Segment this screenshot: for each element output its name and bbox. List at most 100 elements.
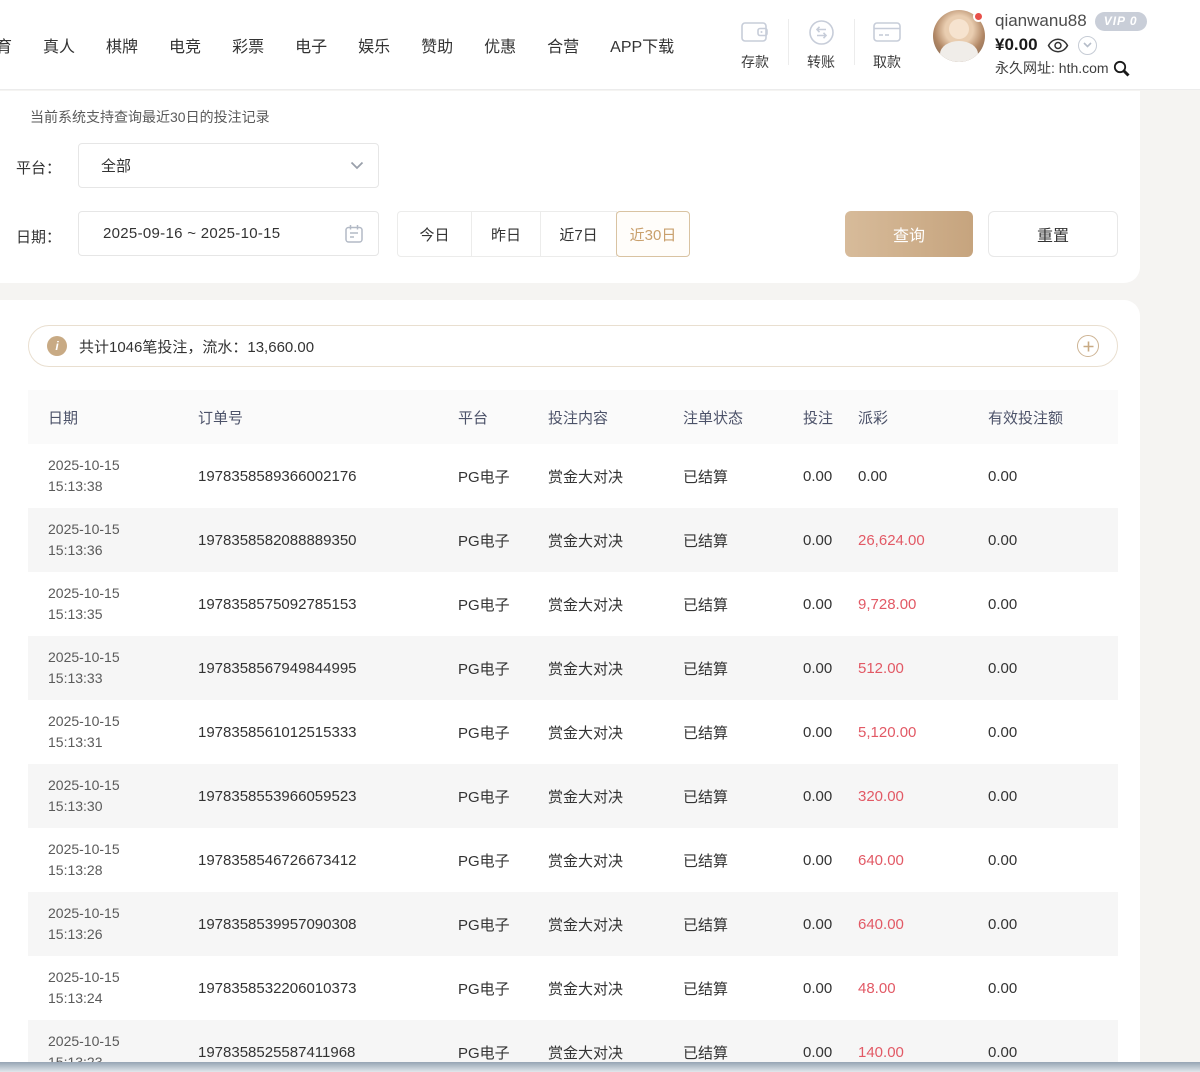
cell-platform: PG电子 bbox=[438, 530, 528, 551]
cell-payout: 9,728.00 bbox=[838, 596, 968, 613]
date-label: 日期： bbox=[16, 226, 61, 247]
cell-valid-amount: 0.00 bbox=[968, 468, 1118, 485]
nav-item[interactable]: 赞助 bbox=[421, 33, 453, 57]
cell-platform: PG电子 bbox=[438, 978, 528, 999]
chevron-down-circle-icon[interactable] bbox=[1078, 36, 1097, 55]
nav-item[interactable]: 棋牌 bbox=[106, 33, 138, 57]
quick-action-label: 存款 bbox=[741, 52, 769, 72]
main-nav: 体育 真人 棋牌 电竞 彩票 电子 娱乐 赞助 优惠 合营 APP下载 bbox=[0, 0, 674, 90]
cell-status: 已结算 bbox=[663, 914, 783, 935]
cell-date: 2025-10-1515:13:38 bbox=[28, 455, 178, 497]
nav-item[interactable]: 优惠 bbox=[484, 33, 516, 57]
quick-action-transfer[interactable]: 转账 bbox=[788, 13, 854, 72]
cell-platform: PG电子 bbox=[438, 722, 528, 743]
table-row: 2025-10-1515:13:361978358582088889350PG电… bbox=[28, 508, 1118, 572]
quick-range-button[interactable]: 近30日 bbox=[616, 211, 690, 257]
cell-status: 已结算 bbox=[663, 658, 783, 679]
cell-date: 2025-10-1515:13:26 bbox=[28, 903, 178, 945]
summary-text: 共计1046笔投注，流水：13,660.00 bbox=[79, 336, 1077, 357]
platform-select[interactable]: 全部 bbox=[78, 143, 379, 188]
table-header-row: 日期订单号平台投注内容注单状态投注派彩有效投注额 bbox=[28, 390, 1118, 444]
cell-bet-amount: 0.00 bbox=[783, 532, 838, 549]
quick-range-button[interactable]: 近7日 bbox=[540, 211, 617, 257]
reset-button[interactable]: 重置 bbox=[988, 211, 1118, 257]
cell-date: 2025-10-1515:13:36 bbox=[28, 519, 178, 561]
nav-item[interactable]: 电竞 bbox=[169, 33, 201, 57]
table-row: 2025-10-1515:13:381978358589366002176PG电… bbox=[28, 444, 1118, 508]
cell-platform: PG电子 bbox=[438, 914, 528, 935]
permanent-url[interactable]: 永久网址: hth.com bbox=[995, 58, 1109, 78]
cell-payout: 5,120.00 bbox=[838, 724, 968, 741]
records-panel: i 共计1046笔投注，流水：13,660.00 日期订单号平台投注内容注单状态… bbox=[0, 300, 1140, 1072]
cell-payout: 26,624.00 bbox=[838, 532, 968, 549]
cell-valid-amount: 0.00 bbox=[968, 596, 1118, 613]
date-range-input[interactable]: 2025-09-16 ~ 2025-10-15 bbox=[78, 211, 379, 256]
cell-date: 2025-10-1515:13:31 bbox=[28, 711, 178, 753]
cell-order-number: 1978358553966059523 bbox=[178, 788, 438, 805]
column-header: 有效投注额 bbox=[968, 407, 1118, 428]
eye-icon[interactable] bbox=[1047, 38, 1069, 53]
quick-action-card[interactable]: 取款 bbox=[854, 13, 920, 72]
top-header: 体育真人棋牌电竞彩票电子娱乐赞助优惠合营APP下载 存款转账取款 qianwan… bbox=[0, 0, 1200, 90]
cell-valid-amount: 0.00 bbox=[968, 1044, 1118, 1061]
info-icon: i bbox=[47, 336, 67, 356]
cell-payout: 640.00 bbox=[838, 916, 968, 933]
cell-payout: 140.00 bbox=[838, 1044, 968, 1061]
cell-bet-content: 赏金大对决 bbox=[528, 1042, 663, 1063]
cell-order-number: 1978358532206010373 bbox=[178, 980, 438, 997]
cell-bet-content: 赏金大对决 bbox=[528, 914, 663, 935]
nav-item[interactable]: 电子 bbox=[295, 33, 327, 57]
cell-payout: 0.00 bbox=[838, 468, 968, 485]
cell-order-number: 1978358525587411968 bbox=[178, 1044, 438, 1061]
quick-action-label: 转账 bbox=[807, 52, 835, 72]
cell-order-number: 1978358575092785153 bbox=[178, 596, 438, 613]
cell-order-number: 1978358589366002176 bbox=[178, 468, 438, 485]
quick-actions: 存款 转账取款 bbox=[722, 13, 920, 72]
nav-item[interactable]: 体育 bbox=[0, 33, 12, 57]
quick-range-button[interactable]: 昨日 bbox=[471, 211, 541, 257]
expand-plus-icon[interactable] bbox=[1077, 335, 1099, 357]
query-notice: 当前系统支持查询最近30日的投注记录 bbox=[30, 107, 270, 127]
column-header: 注单状态 bbox=[663, 407, 783, 428]
cell-date: 2025-10-1515:13:30 bbox=[28, 775, 178, 817]
column-header: 投注 bbox=[783, 407, 838, 428]
table-row: 2025-10-1515:13:331978358567949844995PG电… bbox=[28, 636, 1118, 700]
query-button[interactable]: 查询 bbox=[845, 211, 973, 257]
cell-bet-content: 赏金大对决 bbox=[528, 786, 663, 807]
nav-item[interactable]: 娱乐 bbox=[358, 33, 390, 57]
cell-order-number: 1978358582088889350 bbox=[178, 532, 438, 549]
cell-status: 已结算 bbox=[663, 466, 783, 487]
cell-date: 2025-10-1515:13:33 bbox=[28, 647, 178, 689]
table-row: 2025-10-1515:13:261978358539957090308PG电… bbox=[28, 892, 1118, 956]
cell-bet-amount: 0.00 bbox=[783, 596, 838, 613]
platform-value: 全部 bbox=[101, 155, 350, 176]
table-row: 2025-10-1515:13:311978358561012515333PG电… bbox=[28, 700, 1118, 764]
cell-status: 已结算 bbox=[663, 594, 783, 615]
quick-range-button[interactable]: 今日 bbox=[397, 211, 472, 257]
cell-platform: PG电子 bbox=[438, 1042, 528, 1063]
wallet-icon bbox=[740, 19, 770, 45]
cell-bet-content: 赏金大对决 bbox=[528, 850, 663, 871]
nav-item[interactable]: 合营 bbox=[547, 33, 579, 57]
cell-platform: PG电子 bbox=[438, 466, 528, 487]
cell-bet-content: 赏金大对决 bbox=[528, 722, 663, 743]
search-icon[interactable] bbox=[1113, 60, 1130, 77]
cell-date: 2025-10-1515:13:24 bbox=[28, 967, 178, 1009]
quick-action-wallet[interactable]: 存款 bbox=[722, 13, 788, 72]
column-header: 派彩 bbox=[838, 407, 968, 428]
avatar[interactable] bbox=[933, 10, 985, 62]
column-header: 日期 bbox=[28, 407, 178, 428]
nav-item[interactable]: 彩票 bbox=[232, 33, 264, 57]
cell-status: 已结算 bbox=[663, 1042, 783, 1063]
nav-item[interactable]: APP下载 bbox=[610, 33, 674, 57]
cell-bet-amount: 0.00 bbox=[783, 1044, 838, 1061]
cell-date: 2025-10-1515:13:28 bbox=[28, 839, 178, 881]
cell-valid-amount: 0.00 bbox=[968, 916, 1118, 933]
cell-payout: 320.00 bbox=[838, 788, 968, 805]
cell-bet-amount: 0.00 bbox=[783, 980, 838, 997]
cell-date: 2025-10-1515:13:35 bbox=[28, 583, 178, 625]
balance-amount: ¥0.00 bbox=[995, 35, 1038, 55]
nav-item[interactable]: 真人 bbox=[43, 33, 75, 57]
cell-bet-amount: 0.00 bbox=[783, 852, 838, 869]
cell-payout: 640.00 bbox=[838, 852, 968, 869]
